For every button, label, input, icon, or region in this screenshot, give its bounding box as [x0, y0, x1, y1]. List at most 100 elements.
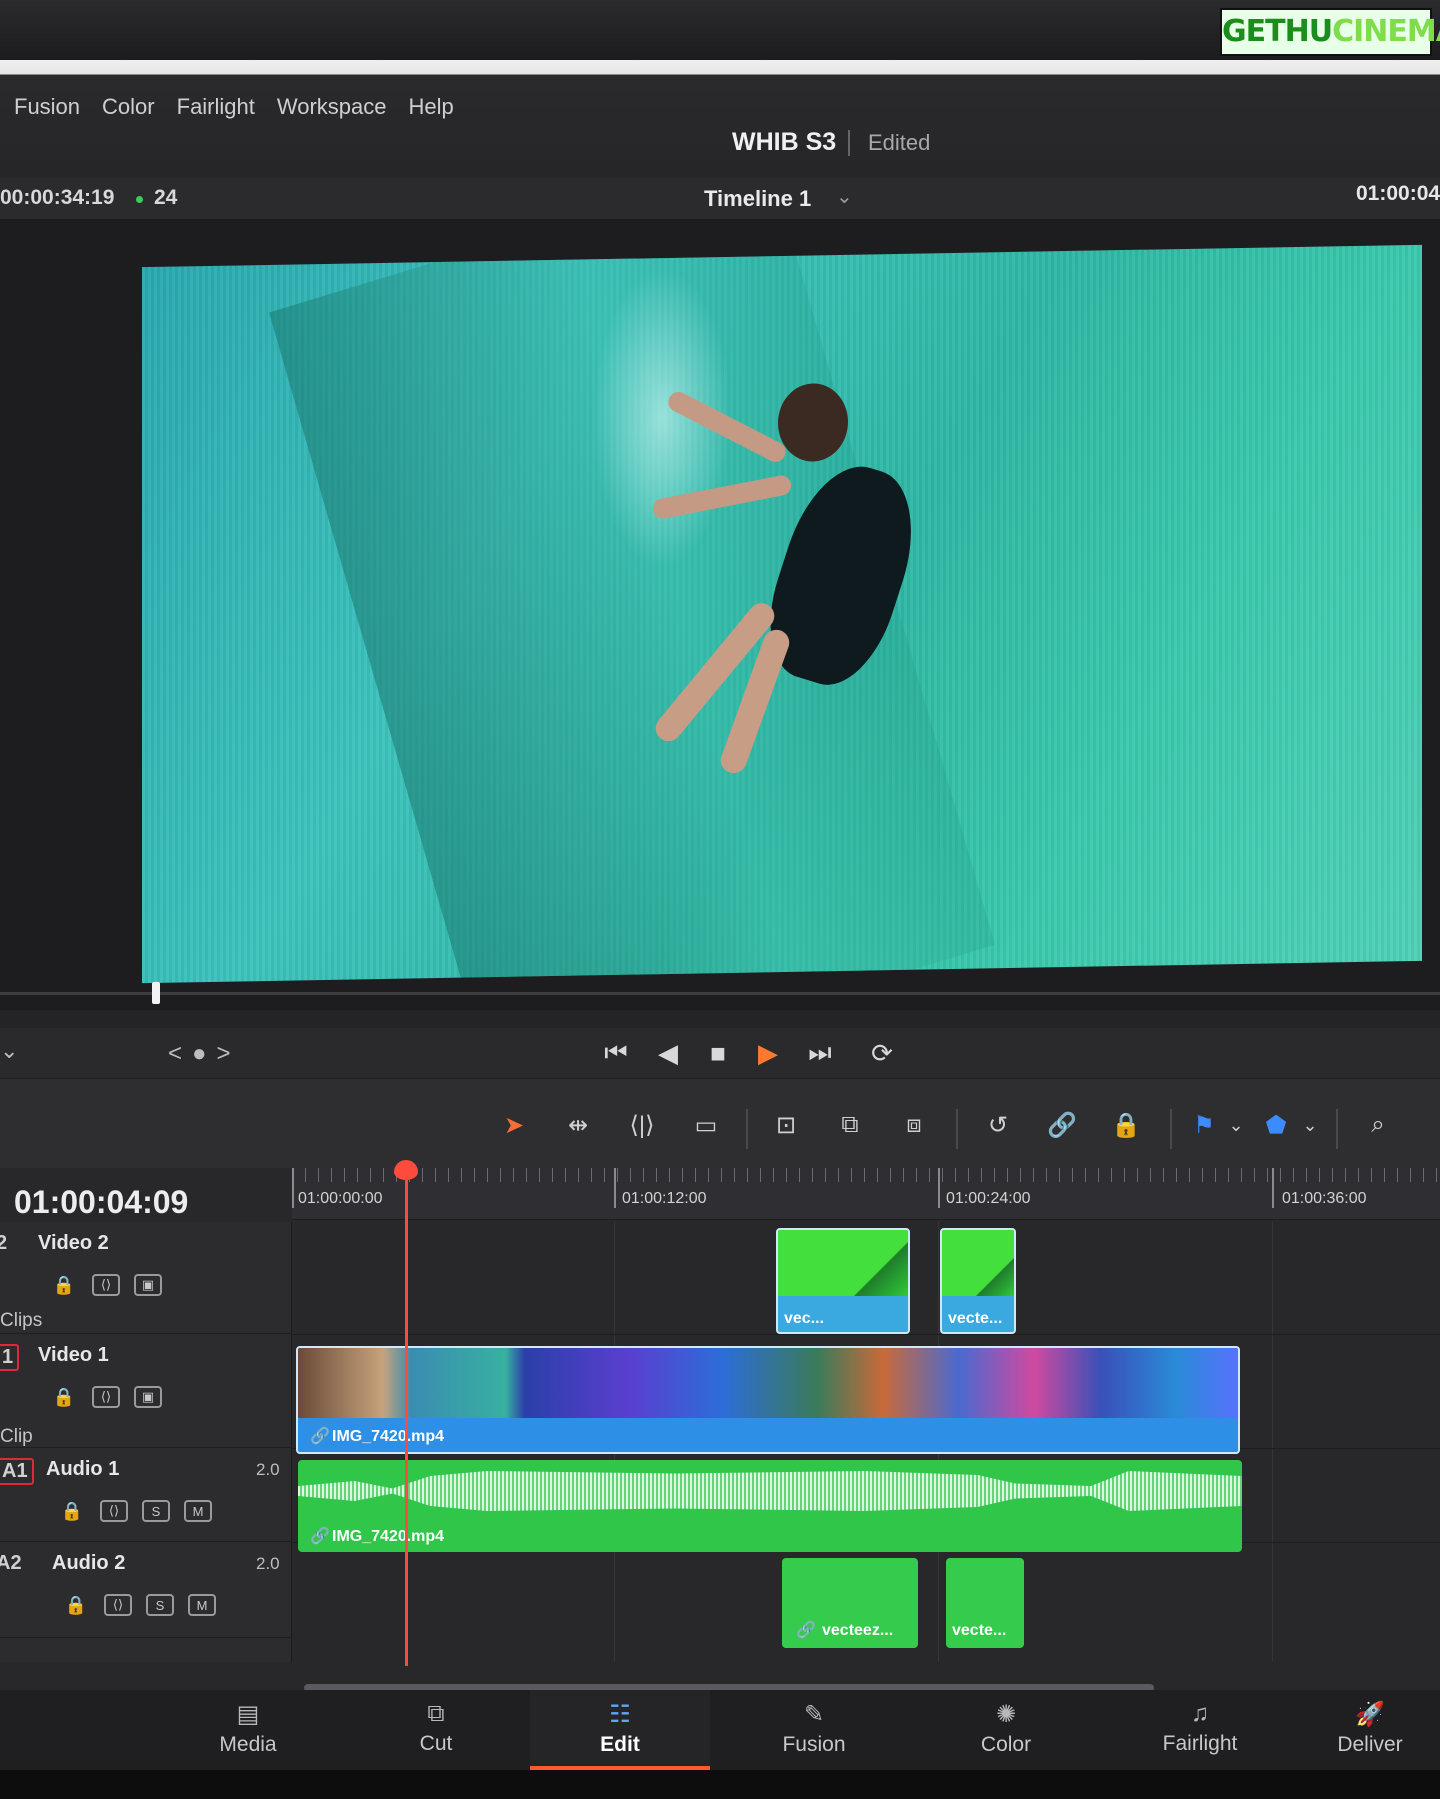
ruler-major-tick: [938, 1168, 940, 1208]
clip-video-2[interactable]: vecte...: [940, 1228, 1016, 1334]
page-color[interactable]: ✺ Color: [916, 1690, 1096, 1770]
page-media[interactable]: ▤ Media: [158, 1690, 338, 1770]
selection-tool-icon[interactable]: ➤: [488, 1105, 540, 1145]
track-enable-icon[interactable]: ▣: [134, 1386, 162, 1408]
track-id: 1: [0, 1344, 20, 1371]
track-name: Audio 1: [46, 1458, 120, 1480]
play-icon[interactable]: ▶: [748, 1034, 788, 1072]
clip-filmstrip: [298, 1348, 1238, 1418]
clip-label: IMG_7420.mp4: [332, 1428, 445, 1445]
zoom-timeline-icon[interactable]: ⌕: [1352, 1105, 1404, 1145]
auto-select-icon[interactable]: ⟨⟩: [104, 1594, 132, 1616]
chevron-down-icon[interactable]: ⌄: [1284, 1105, 1336, 1145]
menu-color[interactable]: Color: [102, 94, 155, 120]
viewer-scrub-bar[interactable]: [0, 992, 1440, 995]
viewer-header: 00:00:34:19 24 Timeline 1 ⌄ 01:00:04: [0, 178, 1440, 220]
solo-button[interactable]: S: [146, 1594, 174, 1616]
jog-control[interactable]: <●>: [168, 1040, 241, 1068]
chevron-down-icon[interactable]: ⌄: [836, 184, 853, 209]
page-edit[interactable]: ☷ Edit: [530, 1690, 710, 1770]
blade-tool-icon[interactable]: ▭: [680, 1105, 732, 1145]
clip-label: vecteez...: [822, 1622, 894, 1639]
track-id: 2: [0, 1232, 8, 1254]
menu-fairlight[interactable]: Fairlight: [177, 94, 255, 120]
clip-thumbnail: [778, 1230, 908, 1296]
playhead[interactable]: [405, 1166, 408, 1666]
edit-icon: ☷: [609, 1701, 631, 1728]
cut-icon: ⧉: [427, 1700, 445, 1727]
track-subtitle: Clips: [0, 1310, 43, 1331]
auto-select-icon[interactable]: ⟨⟩: [100, 1500, 128, 1522]
trim-tool-icon[interactable]: ⇹: [552, 1105, 604, 1145]
mute-button[interactable]: M: [188, 1594, 216, 1616]
lane-divider: [292, 1334, 1440, 1335]
grid-line: [1272, 1222, 1273, 1662]
dynamic-trim-icon[interactable]: ⟨|⟩: [616, 1105, 668, 1145]
page-fairlight[interactable]: ♫ Fairlight: [1110, 1690, 1290, 1770]
resolve-window: Fusion Color Fairlight Workspace Help WH…: [0, 60, 1440, 1770]
overwrite-clip-icon[interactable]: ⧉: [824, 1105, 876, 1145]
timeline-timecode: 01:00:04:09: [14, 1184, 189, 1220]
menu-workspace[interactable]: Workspace: [277, 94, 387, 120]
replace-clip-icon[interactable]: ⧈: [888, 1105, 940, 1145]
track-header-video-1[interactable]: 1 Video 1 🔒 ⟨⟩ ▣ Clip: [0, 1334, 292, 1448]
page-deliver[interactable]: 🚀 Deliver: [1300, 1690, 1440, 1770]
track-name: Video 1: [38, 1344, 109, 1366]
page-fusion[interactable]: ✎ Fusion: [724, 1690, 904, 1770]
toolbar-divider: [1170, 1109, 1172, 1149]
clip-audio-1[interactable]: 🔗 IMG_7420.mp4: [298, 1460, 1242, 1552]
snapping-icon[interactable]: ↺: [972, 1105, 1024, 1145]
ruler-label: 01:00:36:00: [1282, 1190, 1367, 1207]
stop-icon[interactable]: ■: [698, 1034, 738, 1072]
page-cut[interactable]: ⧉ Cut: [346, 1690, 526, 1770]
edit-toolbar: ➤ ⇹ ⟨|⟩ ▭ ⊡ ⧉ ⧈ ↺ 🔗 🔒 ⚑ ⌄ ⬟ ⌄ ⌕: [0, 1078, 1440, 1168]
lock-icon[interactable]: 🔒: [50, 1386, 78, 1408]
audio-waveform: [298, 1471, 1242, 1511]
auto-select-icon[interactable]: ⟨⟩: [92, 1386, 120, 1408]
linked-selection-icon[interactable]: 🔗: [1036, 1105, 1088, 1145]
mute-button[interactable]: M: [184, 1500, 212, 1522]
toolbar-divider: [956, 1109, 958, 1149]
timeline-ruler[interactable]: 01:00:00:00 01:00:12:00 01:00:24:00 01:0…: [292, 1168, 1440, 1220]
ruler-major-tick: [292, 1168, 294, 1208]
project-title: WHIB S3: [732, 128, 837, 156]
track-lanes[interactable]: vec... vecte... 🔗 IMG_7420.mp4 🔗 IMG_742…: [292, 1160, 1440, 1666]
fusion-icon: ✎: [803, 1701, 825, 1728]
lock-icon[interactable]: 🔒: [50, 1274, 78, 1296]
clip-audio-2[interactable]: 🔗 vecteez...: [782, 1558, 918, 1648]
skip-to-end-icon[interactable]: ⏭: [800, 1034, 840, 1072]
track-headers: 2 Video 2 🔒 ⟨⟩ ▣ Clips 1 Video 1 🔒 ⟨⟩ ▣ …: [0, 1222, 292, 1662]
track-subtitle: Clip: [0, 1426, 33, 1447]
monitor-bezel-bottom: [0, 1770, 1440, 1799]
insert-clip-icon[interactable]: ⊡: [760, 1105, 812, 1145]
record-timecode: 01:00:04: [1356, 182, 1440, 205]
track-name: Audio 2: [52, 1552, 126, 1574]
track-header-video-2[interactable]: 2 Video 2 🔒 ⟨⟩ ▣ Clips: [0, 1222, 292, 1334]
ruler-major-tick: [614, 1168, 616, 1208]
timeline-viewer[interactable]: [0, 220, 1440, 1010]
clip-video-1[interactable]: 🔗 IMG_7420.mp4: [296, 1346, 1240, 1454]
menu-bar: Fusion Color Fairlight Workspace Help: [14, 94, 454, 120]
project-status: Edited: [868, 130, 931, 155]
menu-help[interactable]: Help: [409, 94, 454, 120]
link-icon: 🔗: [796, 1622, 816, 1639]
link-icon: 🔗: [310, 1528, 330, 1545]
viewer-scrub-handle[interactable]: [152, 982, 160, 1004]
clip-video-2[interactable]: vec...: [776, 1228, 910, 1334]
auto-select-icon[interactable]: ⟨⟩: [92, 1274, 120, 1296]
lock-icon[interactable]: 🔒: [62, 1594, 90, 1616]
timeline-name[interactable]: Timeline 1: [704, 186, 811, 212]
lock-icon[interactable]: 🔒: [58, 1500, 86, 1522]
position-lock-icon[interactable]: 🔒: [1100, 1105, 1152, 1145]
solo-button[interactable]: S: [142, 1500, 170, 1522]
menu-fusion[interactable]: Fusion: [14, 94, 80, 120]
track-header-audio-1[interactable]: A1 Audio 1 2.0 🔒 ⟨⟩ S M: [0, 1448, 292, 1542]
media-icon: ▤: [236, 1701, 260, 1728]
clip-audio-2[interactable]: vecte...: [946, 1558, 1024, 1648]
track-enable-icon[interactable]: ▣: [134, 1274, 162, 1296]
chevron-down-icon[interactable]: ⌄: [0, 1038, 18, 1064]
skip-to-start-icon[interactable]: ⏮: [596, 1034, 636, 1072]
loop-icon[interactable]: ⟳: [862, 1034, 902, 1072]
play-reverse-icon[interactable]: ◀: [648, 1034, 688, 1072]
track-header-audio-2[interactable]: A2 Audio 2 2.0 🔒 ⟨⟩ S M: [0, 1542, 292, 1638]
